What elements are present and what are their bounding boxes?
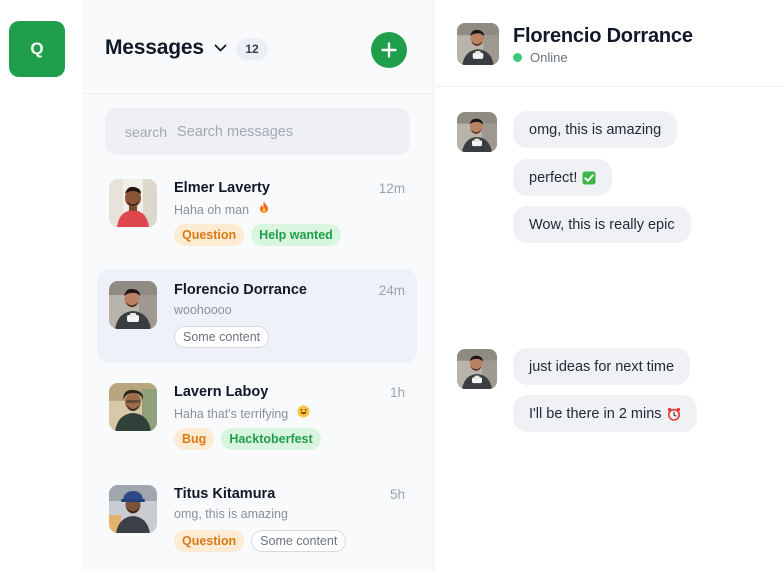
messages-title[interactable]: Messages [105, 36, 204, 60]
check-mark-emoji-icon [582, 171, 596, 185]
conversation-item-lavern-laboy[interactable]: Lavern Laboy 1h Haha that's terrifying B… [97, 371, 417, 465]
chat-contact-name: Florencio Dorrance [513, 25, 693, 47]
search-box[interactable]: search [105, 108, 410, 155]
avatar [109, 383, 157, 431]
conversation-preview: Haha that's terrifying [174, 405, 310, 421]
conversation-name: Florencio Dorrance [174, 282, 307, 298]
tag-some-content[interactable]: Some content [251, 530, 347, 552]
avatar [109, 485, 157, 533]
tag-list: Some content [174, 326, 270, 348]
tag-help-wanted[interactable]: Help wanted [251, 224, 341, 246]
avatar [109, 281, 157, 329]
search-input[interactable] [177, 123, 398, 140]
search-icon: search [125, 123, 168, 140]
conversation-preview: omg, this is amazing [174, 507, 288, 521]
app-rail: Q [0, 0, 82, 571]
conversation-time: 12m [378, 181, 405, 196]
tag-list: Bug Hacktoberfest [174, 428, 321, 450]
alarm-clock-emoji-icon [667, 407, 681, 421]
fire-emoji-icon [258, 201, 270, 214]
conversation-time: 5h [389, 487, 405, 502]
grinning-sweat-emoji-icon [297, 405, 310, 418]
chat-header: Florencio Dorrance Online [435, 0, 782, 87]
message-bubble: perfect! [513, 159, 613, 196]
avatar [109, 179, 157, 227]
message-bubble: omg, this is amazing [513, 111, 678, 148]
conversation-name: Lavern Laboy [174, 384, 269, 400]
message-bubble: Wow, this is really epic [513, 206, 691, 243]
conversation-item-titus-kitamura[interactable]: Titus Kitamura 5h omg, this is amazing Q… [97, 473, 417, 567]
conversation-time: 24m [378, 283, 405, 298]
message-bubble: just ideas for next time [513, 348, 691, 385]
conversation-preview: woohoooo [174, 303, 232, 317]
tag-hacktoberfest[interactable]: Hacktoberfest [221, 428, 321, 450]
online-status-label: Online [530, 50, 568, 65]
conversation-name: Titus Kitamura [174, 486, 276, 502]
tag-question[interactable]: Question [174, 530, 245, 552]
avatar [457, 112, 497, 152]
chevron-down-icon[interactable] [212, 38, 228, 58]
tag-list: Question Some content [174, 530, 347, 552]
chat-panel: Florencio Dorrance Online omg, this is a… [435, 0, 782, 571]
avatar [457, 349, 497, 389]
online-status-dot [513, 53, 522, 62]
conversation-name: Elmer Laverty [174, 180, 270, 196]
message-count-badge: 12 [236, 38, 268, 60]
tag-bug[interactable]: Bug [174, 428, 215, 450]
plus-icon [381, 42, 397, 58]
avatar[interactable] [457, 23, 499, 65]
messages-panel: Messages 12 search Elmer Laverty 12m Hah… [82, 0, 434, 571]
conversation-preview: Haha oh man [174, 201, 270, 217]
tag-some-content[interactable]: Some content [174, 326, 270, 348]
message-bubble: I'll be there in 2 mins [513, 395, 697, 432]
tag-list: Question Help wanted [174, 224, 341, 246]
conversation-time: 1h [389, 385, 405, 400]
new-message-button[interactable] [371, 32, 407, 68]
tag-question[interactable]: Question [174, 224, 245, 246]
messages-header: Messages 12 [82, 0, 434, 94]
conversation-item-florencio-dorrance[interactable]: Florencio Dorrance 24m woohoooo Some con… [97, 269, 417, 363]
conversation-item-elmer-laverty[interactable]: Elmer Laverty 12m Haha oh man Question H… [97, 167, 417, 261]
app-logo-button[interactable]: Q [9, 21, 65, 77]
